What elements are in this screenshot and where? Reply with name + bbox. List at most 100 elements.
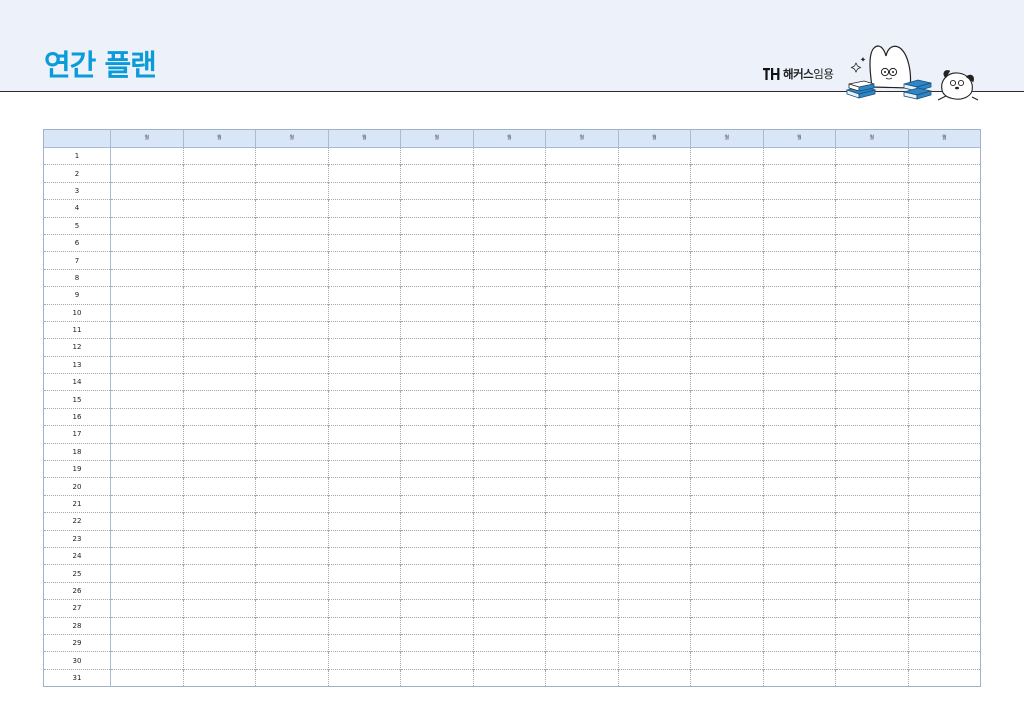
plan-cell[interactable]	[907, 251, 981, 270]
plan-cell[interactable]	[182, 633, 256, 652]
plan-cell[interactable]	[545, 425, 618, 444]
plan-cell[interactable]	[907, 355, 981, 374]
plan-cell[interactable]	[327, 460, 401, 478]
plan-cell[interactable]	[762, 668, 836, 687]
plan-cell[interactable]	[690, 338, 763, 357]
plan-cell[interactable]	[690, 407, 763, 426]
plan-cell[interactable]	[400, 564, 473, 583]
plan-cell[interactable]	[762, 599, 836, 618]
plan-cell[interactable]	[545, 599, 618, 618]
plan-cell[interactable]	[835, 286, 908, 305]
plan-cell[interactable]	[617, 251, 691, 270]
plan-cell[interactable]	[472, 181, 546, 200]
plan-cell[interactable]	[617, 651, 691, 670]
plan-cell[interactable]	[762, 616, 836, 635]
plan-cell[interactable]	[255, 320, 328, 339]
plan-cell[interactable]	[110, 251, 183, 270]
plan-cell[interactable]	[110, 460, 183, 478]
plan-cell[interactable]	[617, 633, 691, 652]
plan-cell[interactable]	[400, 460, 473, 478]
plan-cell[interactable]	[182, 303, 256, 322]
plan-cell[interactable]	[472, 199, 546, 218]
plan-cell[interactable]	[762, 373, 836, 391]
plan-cell[interactable]	[255, 181, 328, 200]
plan-cell[interactable]	[400, 181, 473, 200]
plan-cell[interactable]	[907, 477, 981, 496]
plan-cell[interactable]	[472, 303, 546, 322]
plan-cell[interactable]	[327, 373, 401, 391]
plan-cell[interactable]	[327, 233, 401, 252]
plan-cell[interactable]	[545, 303, 618, 322]
plan-cell[interactable]	[617, 546, 691, 565]
plan-cell[interactable]	[110, 668, 183, 687]
plan-cell[interactable]	[835, 303, 908, 322]
plan-cell[interactable]	[472, 233, 546, 252]
plan-cell[interactable]	[327, 303, 401, 322]
plan-cell[interactable]	[907, 546, 981, 565]
plan-cell[interactable]	[617, 233, 691, 252]
plan-cell[interactable]	[907, 286, 981, 305]
plan-cell[interactable]	[182, 407, 256, 426]
plan-cell[interactable]	[327, 512, 401, 531]
plan-cell[interactable]	[400, 164, 473, 183]
plan-cell[interactable]	[255, 477, 328, 496]
plan-cell[interactable]	[400, 494, 473, 513]
plan-cell[interactable]	[545, 268, 618, 287]
plan-cell[interactable]	[545, 407, 618, 426]
plan-cell[interactable]	[472, 320, 546, 339]
plan-cell[interactable]	[182, 651, 256, 670]
plan-cell[interactable]	[545, 373, 618, 391]
plan-cell[interactable]	[907, 460, 981, 478]
plan-cell[interactable]	[110, 477, 183, 496]
plan-cell[interactable]	[545, 529, 618, 548]
plan-cell[interactable]	[545, 564, 618, 583]
plan-cell[interactable]	[907, 512, 981, 531]
plan-cell[interactable]	[835, 320, 908, 339]
plan-cell[interactable]	[762, 268, 836, 287]
plan-cell[interactable]	[400, 355, 473, 374]
plan-cell[interactable]	[110, 338, 183, 357]
plan-cell[interactable]	[472, 146, 546, 165]
plan-cell[interactable]	[327, 199, 401, 218]
plan-cell[interactable]	[327, 564, 401, 583]
plan-cell[interactable]	[617, 320, 691, 339]
plan-cell[interactable]	[182, 546, 256, 565]
plan-cell[interactable]	[472, 164, 546, 183]
plan-cell[interactable]	[617, 599, 691, 618]
plan-cell[interactable]	[255, 286, 328, 305]
plan-cell[interactable]	[617, 181, 691, 200]
plan-cell[interactable]	[762, 390, 836, 409]
plan-cell[interactable]	[545, 251, 618, 270]
plan-cell[interactable]	[400, 303, 473, 322]
plan-cell[interactable]	[835, 581, 908, 600]
plan-cell[interactable]	[182, 233, 256, 252]
plan-cell[interactable]	[835, 616, 908, 635]
plan-cell[interactable]	[545, 199, 618, 218]
plan-cell[interactable]	[255, 373, 328, 391]
plan-cell[interactable]	[255, 668, 328, 687]
plan-cell[interactable]	[690, 164, 763, 183]
plan-cell[interactable]	[907, 373, 981, 391]
plan-cell[interactable]	[762, 442, 836, 461]
plan-cell[interactable]	[907, 233, 981, 252]
plan-cell[interactable]	[907, 442, 981, 461]
plan-cell[interactable]	[327, 633, 401, 652]
plan-cell[interactable]	[400, 268, 473, 287]
plan-cell[interactable]	[545, 512, 618, 531]
plan-cell[interactable]	[907, 390, 981, 409]
plan-cell[interactable]	[690, 651, 763, 670]
plan-cell[interactable]	[255, 390, 328, 409]
plan-cell[interactable]	[690, 616, 763, 635]
plan-cell[interactable]	[327, 164, 401, 183]
plan-cell[interactable]	[617, 390, 691, 409]
plan-cell[interactable]	[472, 286, 546, 305]
plan-cell[interactable]	[400, 251, 473, 270]
plan-cell[interactable]	[472, 616, 546, 635]
plan-cell[interactable]	[762, 564, 836, 583]
plan-cell[interactable]	[545, 286, 618, 305]
plan-cell[interactable]	[907, 494, 981, 513]
plan-cell[interactable]	[182, 425, 256, 444]
plan-cell[interactable]	[907, 425, 981, 444]
plan-cell[interactable]	[617, 581, 691, 600]
plan-cell[interactable]	[472, 512, 546, 531]
